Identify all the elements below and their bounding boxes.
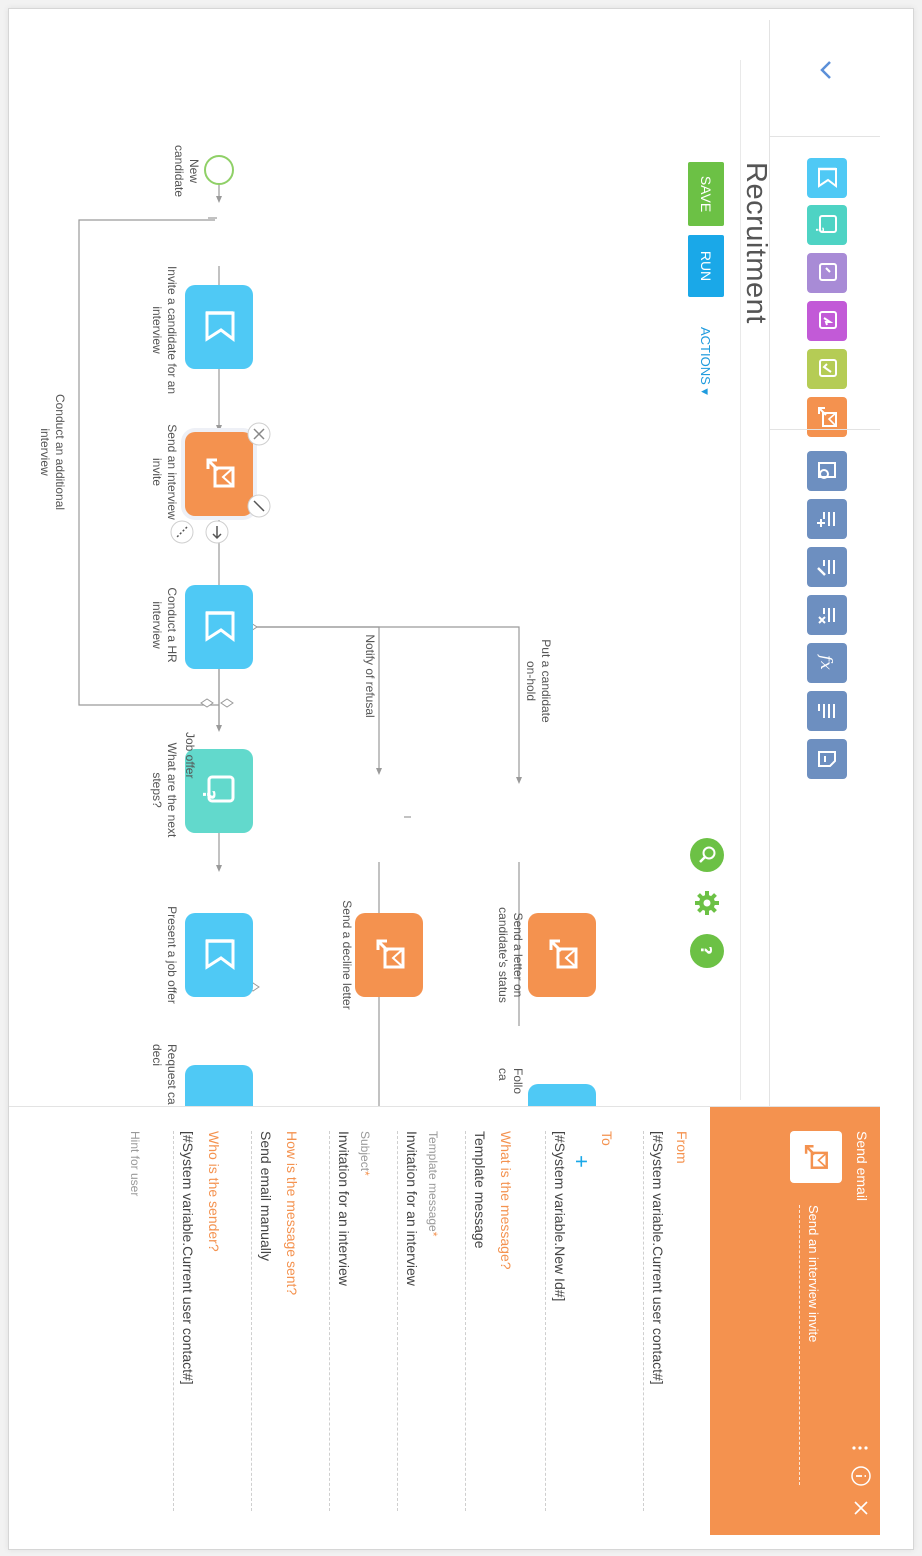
task-follow-up-label: Follo ca — [496, 1068, 525, 1095]
template-label: Template message* — [426, 1131, 440, 1236]
from-field[interactable]: [#System variable.Current user contact#] — [643, 1131, 666, 1511]
palette-delete-data-button[interactable] — [807, 595, 847, 635]
send-mode-field[interactable]: Send email manually — [251, 1131, 274, 1511]
user-task-icon — [205, 611, 235, 642]
task-request-decision[interactable] — [185, 1065, 253, 1106]
send-email-icon — [818, 407, 837, 427]
palette-question-task-button[interactable]: ? — [807, 205, 847, 245]
add-data-icon — [817, 512, 835, 527]
sent-section-label: How is the message sent? — [284, 1131, 300, 1296]
required-mark: * — [426, 1231, 440, 1237]
message-section-label: What is the message? — [498, 1131, 514, 1270]
svg-text:fx: fx — [817, 654, 836, 670]
template-field[interactable]: Invitation for an interview — [397, 1131, 420, 1511]
call-task-icon — [819, 311, 837, 329]
read-data-icon — [818, 462, 836, 479]
task-request-decision-label: Request ca deci — [150, 1044, 179, 1105]
from-label: From — [674, 1131, 690, 1164]
user-task-icon — [205, 939, 235, 970]
sender-field[interactable]: [#System variable.Current user contact#] — [173, 1131, 196, 1511]
hint-field[interactable]: Hint for user — [128, 1131, 142, 1196]
approval-task-icon — [819, 359, 837, 377]
palette-approval-task-button[interactable] — [807, 349, 847, 389]
palette-generate-document-button[interactable] — [807, 691, 847, 731]
palette-process-file-button[interactable] — [807, 739, 847, 779]
close-icon[interactable] — [850, 1497, 872, 1519]
properties-panel: Send email Send an interview invite From… — [9, 1106, 880, 1535]
conditional-flow-icon[interactable] — [170, 520, 194, 544]
task-conduct-hr-interview-label: Conduct a HR interview — [150, 587, 179, 663]
task-send-interview-invite[interactable] — [185, 432, 253, 516]
flow-label-job-offer: Job offer — [183, 732, 197, 779]
task-invite-candidate-label: Invite a candidate for an interview — [150, 265, 179, 395]
palette-activity-task-button[interactable] — [807, 253, 847, 293]
subject-label-text: Subject — [358, 1131, 372, 1172]
palette-add-data-button[interactable] — [807, 499, 847, 539]
start-event-label: New candidate — [172, 145, 201, 198]
palette-read-data-button[interactable] — [807, 451, 847, 491]
panel-title: Send email — [854, 1131, 870, 1202]
palette-formula-button[interactable]: fx — [807, 643, 847, 683]
send-email-icon — [376, 939, 405, 969]
template-label-text: Template message — [426, 1131, 440, 1232]
question-task-icon: ? — [203, 775, 235, 803]
more-options-icon[interactable] — [850, 1441, 870, 1455]
user-task-icon — [205, 311, 235, 342]
to-label: To — [599, 1131, 615, 1146]
info-icon[interactable] — [850, 1465, 872, 1487]
user-task-icon — [818, 167, 837, 188]
task-send-status-letter[interactable] — [528, 913, 596, 997]
modify-data-icon — [817, 560, 835, 576]
task-send-status-letter-label: Send a letter on candidate's status — [496, 907, 525, 1003]
flow-label-on-hold: Put a candidate on-hold — [524, 639, 553, 723]
question-task-icon: ? — [815, 215, 837, 233]
task-invite-candidate[interactable] — [185, 285, 253, 369]
palette-call-task-button[interactable] — [807, 301, 847, 341]
diagram-canvas[interactable]: Recruitment SAVE RUN ACTIONS ▾ ? New can… — [9, 20, 772, 1106]
send-email-icon — [804, 1145, 828, 1169]
subject-field[interactable]: Invitation for an interview — [329, 1131, 352, 1511]
svg-text:?: ? — [815, 227, 826, 233]
delete-data-icon — [818, 608, 835, 624]
element-name-field[interactable]: Send an interview invite — [799, 1205, 821, 1485]
required-mark: * — [358, 1171, 372, 1176]
generate-document-icon — [818, 704, 835, 718]
sender-section-label: Who is the sender? — [206, 1131, 222, 1252]
palette-user-task-button[interactable] — [807, 158, 847, 198]
process-file-icon — [818, 751, 836, 767]
add-recipient-icon[interactable]: + — [569, 1155, 594, 1168]
svg-text:?: ? — [203, 790, 218, 800]
task-present-job-offer-label: Present a job offer — [165, 906, 179, 1004]
start-event[interactable] — [204, 155, 234, 185]
element-type-badge — [790, 1131, 842, 1183]
task-follow-up[interactable] — [528, 1084, 596, 1106]
flow-label-notify-refusal: Notify of refusal — [363, 634, 377, 718]
task-send-decline-letter[interactable] — [355, 913, 423, 997]
process-designer: ? fx Recruitment SAVE RUN ACTIONS ▾ ? — [9, 20, 880, 1535]
app-window: ? fx Recruitment SAVE RUN ACTIONS ▾ ? — [8, 8, 914, 1550]
task-send-interview-invite-label: Send an interview invite — [150, 424, 179, 520]
palette-modify-data-button[interactable] — [807, 547, 847, 587]
send-email-icon — [206, 458, 235, 488]
message-type-field[interactable]: Template message — [465, 1131, 488, 1511]
connect-flow-icon[interactable] — [247, 494, 271, 518]
subject-label: Subject* — [358, 1131, 372, 1176]
palette-send-email-button[interactable] — [807, 397, 847, 437]
palette-divider — [770, 429, 880, 430]
flow-label-additional-interview: Conduct an additional interview — [38, 393, 67, 511]
task-conduct-hr-interview[interactable] — [185, 585, 253, 669]
panel-header: Send email Send an interview invite — [710, 1107, 880, 1535]
task-send-decline-letter-label: Send a decline letter — [340, 900, 354, 1010]
chevron-down-icon[interactable] — [806, 50, 846, 90]
send-email-icon — [549, 939, 578, 969]
formula-icon: fx — [817, 654, 836, 670]
sequence-flow-icon[interactable] — [205, 520, 229, 544]
activity-task-icon — [819, 263, 837, 281]
to-field[interactable]: [#System variable.New Id#] — [545, 1131, 568, 1511]
task-next-steps-label: What are the next steps? — [150, 742, 179, 838]
task-present-job-offer[interactable] — [185, 913, 253, 997]
delete-element-icon[interactable] — [247, 422, 271, 446]
